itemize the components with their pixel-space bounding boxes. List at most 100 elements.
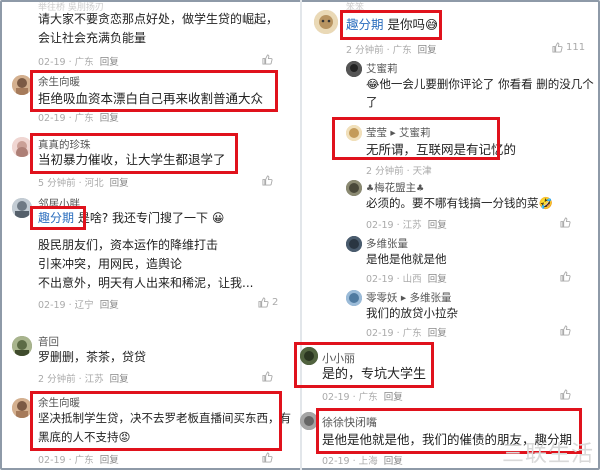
avatar-image	[346, 236, 362, 252]
avatar-image	[346, 180, 362, 196]
reply-button[interactable]: 回复	[100, 57, 119, 68]
like-button[interactable]	[560, 389, 571, 400]
reply-button[interactable]: 回复	[418, 45, 437, 56]
avatar-image	[314, 10, 338, 34]
red-highlight-box	[30, 206, 86, 230]
avatar-image	[12, 75, 32, 95]
user-avatar[interactable]	[12, 198, 32, 218]
like-count: 2	[272, 297, 279, 308]
comment-text: 是他是他就是他	[366, 252, 447, 266]
thumbs-up-icon	[262, 371, 273, 382]
thumbs-up-icon	[560, 325, 571, 336]
reply-button[interactable]: 回复	[428, 274, 447, 285]
avatar-image	[346, 290, 362, 306]
username[interactable]: 多维张量	[366, 236, 408, 251]
reply-button[interactable]: 回复	[100, 300, 119, 311]
column-divider	[300, 0, 302, 470]
comment-text-body: 必须的。要不哪有钱搞一分钱的菜	[366, 196, 539, 210]
username[interactable]: 艾蜜莉	[366, 61, 398, 76]
reply-target-name[interactable]: 多维张量	[409, 292, 451, 304]
red-highlight-box	[340, 10, 442, 40]
emoji: 😂	[366, 77, 380, 91]
reply-button[interactable]: 回复	[384, 392, 403, 403]
username[interactable]: ♣梅花盟主♣	[366, 180, 424, 195]
avatar-image	[12, 336, 32, 356]
comment-time: 2 分钟前 · 江苏	[38, 374, 104, 385]
username-text: 梅花盟主	[374, 182, 417, 194]
like-button[interactable]: 2	[258, 297, 278, 308]
user-avatar[interactable]	[12, 137, 32, 157]
like-count: 111	[566, 42, 586, 53]
like-button[interactable]	[560, 271, 571, 282]
comment-time: 02-19 · 广东	[322, 392, 378, 403]
reply-button[interactable]: 回复	[428, 328, 447, 339]
comment-text-body: 是啥? 我还专门搜了一下	[74, 211, 209, 225]
reply-button[interactable]: 回复	[384, 456, 403, 467]
thumbs-up-icon	[262, 452, 273, 463]
thumbs-up-icon	[560, 217, 571, 228]
avatar-image	[12, 137, 32, 157]
comment-time: 2 分钟前 · 天津	[366, 166, 432, 177]
username[interactable]: 音回	[38, 334, 59, 349]
like-button[interactable]	[560, 217, 571, 228]
like-button[interactable]	[262, 452, 276, 463]
comment-time: 02-19 · 广东	[38, 57, 94, 68]
like-button[interactable]	[262, 54, 276, 65]
red-highlight-box	[30, 391, 282, 451]
emoji: 🤣	[538, 196, 553, 210]
user-avatar[interactable]	[12, 336, 32, 356]
comment-text-line: 引来冲突，用网民，造舆论	[38, 257, 183, 271]
thumbs-up-icon	[262, 175, 273, 186]
comment-text-line: 请大家不要贪恋那点好处，做学生贷的崛起，	[38, 12, 279, 26]
thumbs-up-icon	[560, 389, 571, 400]
comment-text: 我们的放贷小拉杂	[366, 306, 458, 320]
user-avatar[interactable]	[346, 180, 362, 196]
comment-time: 5 分钟前 · 河北	[38, 178, 104, 189]
like-button[interactable]	[262, 371, 276, 382]
like-button[interactable]	[560, 325, 571, 336]
like-button[interactable]	[262, 175, 276, 186]
comment-time: 02-19 · 山西	[366, 274, 422, 285]
comment-text: 罗删删，茶茶，贷贷	[38, 350, 147, 364]
comment-text: 😂他一会儿要删你评论了 你看看 删的没几个	[366, 75, 594, 94]
red-highlight-box	[294, 342, 434, 388]
avatar-image	[12, 198, 32, 218]
user-avatar[interactable]	[12, 398, 32, 418]
comment-text-line: 不出意外，明天有人出来和稀泥，让我...	[38, 276, 254, 290]
comment-time: 2 分钟前 · 广东	[346, 45, 412, 56]
user-avatar[interactable]	[346, 236, 362, 252]
comment-time: 02-19 · 广东	[38, 455, 94, 466]
reply-button[interactable]: 回复	[100, 455, 119, 466]
thumbs-up-icon	[552, 42, 563, 53]
red-highlight-box	[30, 133, 238, 174]
user-avatar[interactable]	[12, 75, 32, 95]
like-button[interactable]: 111	[552, 42, 585, 53]
username[interactable]: 零零妖 ▸ 多维张量	[366, 290, 451, 305]
user-avatar[interactable]	[314, 10, 338, 34]
decoration-icon: ♣	[366, 184, 375, 194]
comment-time: 02-19 · 广东	[366, 328, 422, 339]
comment-time: 02-19 · 辽宁	[38, 300, 94, 311]
comment-time: 02-19 · 江苏	[366, 220, 422, 231]
comment-time: 02-19 · 上海	[322, 456, 378, 467]
emoji: 😀	[211, 211, 225, 225]
thumbs-up-icon	[262, 54, 273, 65]
reply-button[interactable]: 回复	[428, 220, 447, 231]
thumbs-up-icon	[258, 297, 269, 308]
red-highlight-box	[332, 117, 500, 160]
comment-text-body: 他一会儿要删你评论了 你看看 删的没几个	[379, 77, 594, 91]
reply-button[interactable]: 回复	[100, 113, 119, 124]
username-text: 零零妖	[366, 292, 398, 304]
thumbs-up-icon	[560, 271, 571, 282]
comment-text-line: 股民朋友们，资本运作的降维打击	[38, 238, 219, 252]
comment-time: 02-19 · 广东	[38, 113, 94, 124]
reply-button[interactable]: 回复	[110, 374, 129, 385]
user-avatar[interactable]	[346, 61, 362, 77]
user-avatar[interactable]	[346, 290, 362, 306]
comment-text-line: 会让社会充满负能量	[38, 31, 147, 45]
comment-text: 必须的。要不哪有钱搞一分钱的菜🤣	[366, 194, 553, 213]
avatar-image	[346, 61, 362, 77]
reply-button[interactable]: 回复	[110, 178, 129, 189]
decoration-icon: ♣	[416, 184, 425, 194]
comment-text-line: 了	[366, 95, 378, 109]
